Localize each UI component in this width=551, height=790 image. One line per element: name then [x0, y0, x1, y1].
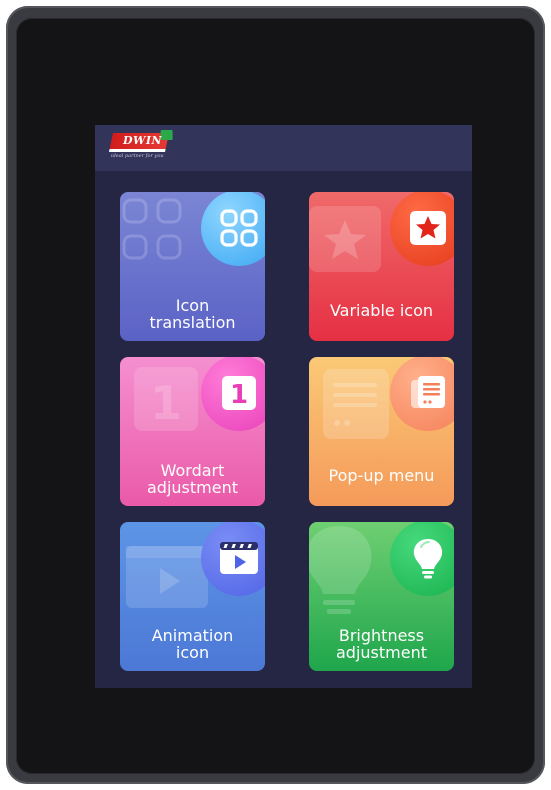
- tile-label: Icon translation: [149, 296, 236, 332]
- tile-popup-menu[interactable]: Pop-up menu: [309, 357, 454, 506]
- tile-variable-icon[interactable]: Variable icon: [309, 192, 454, 341]
- tile-wordart-adjustment[interactable]: 1 1 Wordart adjustment: [120, 357, 265, 506]
- tile-icon-translation[interactable]: Icon translation: [120, 192, 265, 341]
- tile-label: Wordart adjustment: [147, 461, 238, 497]
- svg-text:1: 1: [230, 380, 248, 410]
- top-bar: DWIN ideal partner for you: [95, 125, 472, 171]
- tile-label: Variable icon: [329, 301, 434, 320]
- dwin-logo: DWIN ideal partner for you: [108, 133, 170, 163]
- logo-tagline: ideal partner for you: [111, 153, 164, 159]
- logo-text: DWIN: [123, 134, 163, 147]
- tile-label: Brightness adjustment: [336, 626, 427, 662]
- tile-brightness-adjustment[interactable]: Brightness adjustment: [309, 522, 454, 671]
- tile-label: Pop-up menu: [328, 466, 435, 485]
- svg-text:1: 1: [150, 376, 182, 430]
- tile-animation-icon[interactable]: Animation icon: [120, 522, 265, 671]
- hmi-screen: DWIN ideal partner for you Icon translat…: [95, 125, 472, 688]
- tile-label: Animation icon: [151, 626, 234, 662]
